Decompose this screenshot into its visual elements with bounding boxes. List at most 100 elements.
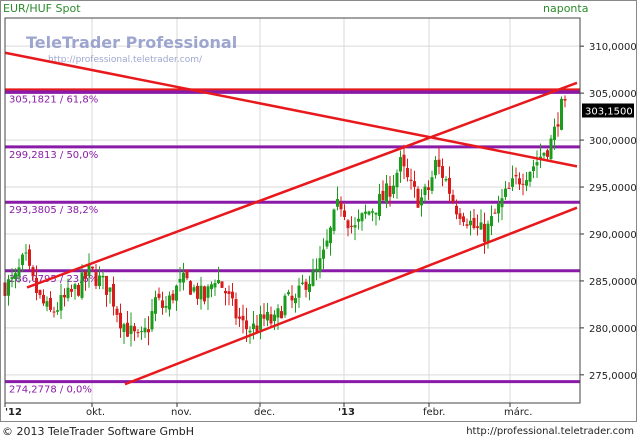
x-tick-label: okt. (86, 407, 105, 418)
candle-body (504, 188, 507, 197)
candle-body (315, 268, 318, 272)
candle-body (70, 288, 73, 292)
candle-body (112, 283, 115, 307)
candle-body (476, 226, 479, 228)
candle-body (514, 175, 518, 177)
candle-body (115, 308, 119, 315)
candle-body (206, 286, 210, 298)
candle-body (227, 291, 231, 294)
candle-body (203, 286, 206, 302)
candle-body (49, 297, 52, 310)
candle-body (406, 167, 409, 178)
candle-body (147, 329, 150, 333)
candle-body (308, 283, 311, 292)
candle-body (329, 227, 332, 244)
candle-body (133, 326, 136, 332)
candle-body (332, 209, 336, 231)
candle-body (178, 278, 182, 283)
candle-body (192, 287, 196, 292)
fib-label: 293,3805 / 38,2% (9, 205, 98, 216)
candle-body (388, 185, 392, 197)
candle-body (105, 275, 108, 295)
candle-body (259, 314, 262, 330)
candle-body (343, 210, 346, 217)
candle-body (252, 323, 255, 330)
candle-body (87, 265, 91, 276)
candle-body (262, 314, 266, 319)
candle-body (7, 279, 10, 296)
candle-body (150, 311, 154, 330)
candle-body (367, 211, 371, 215)
candle-body (98, 275, 101, 287)
candle-body (10, 277, 14, 279)
candle-body (563, 98, 567, 101)
candle-body (532, 166, 535, 172)
candle-body (80, 272, 84, 298)
candle-body (301, 282, 304, 284)
candle-body (108, 287, 112, 292)
candle-body (14, 273, 17, 280)
candle-body (185, 269, 189, 279)
candle-body (451, 194, 455, 203)
y-tick-label: 300,0000 (589, 136, 637, 147)
candle-body (210, 284, 213, 290)
candle-body (182, 272, 185, 283)
candle-body (528, 172, 532, 182)
candle-body (66, 287, 70, 299)
candle-body (455, 205, 458, 215)
candle-body (479, 222, 483, 230)
candle-body (220, 281, 224, 288)
candle-body (196, 285, 199, 299)
candle-body (378, 193, 381, 217)
candle-body (472, 217, 476, 229)
candle-body (294, 298, 297, 304)
x-tick-label: febr. (423, 407, 445, 418)
candle-body (553, 126, 556, 140)
footer-url[interactable]: http://professional.teletrader.com (466, 426, 634, 437)
candle-body (175, 285, 178, 301)
candle-body (336, 199, 339, 207)
candlestick-chart: TeleTrader Professional http://professio… (0, 0, 637, 440)
x-tick-label: nov. (171, 407, 192, 418)
candle-body (21, 254, 24, 266)
fib-label: 305,1821 / 61,8% (9, 94, 98, 105)
fib-label: 274,2778 / 0,0% (9, 385, 92, 396)
candle-body (129, 325, 133, 334)
candle-body (24, 252, 28, 254)
candle-body (269, 314, 273, 324)
x-tick-label: '13 (338, 407, 355, 418)
candle-body (238, 316, 241, 319)
candle-body (168, 295, 171, 310)
y-tick-label: 295,0000 (589, 183, 637, 194)
candle-body (73, 284, 77, 289)
candle-body (357, 218, 360, 222)
candle-body (409, 179, 413, 181)
candle-body (469, 220, 472, 226)
candle-body (266, 311, 269, 321)
chart-window: TeleTrader Professional http://professio… (0, 0, 637, 440)
candle-body (423, 186, 427, 196)
candle-body (189, 281, 192, 295)
candle-body (217, 280, 220, 284)
candle-body (248, 330, 252, 333)
candle-body (311, 270, 315, 286)
candle-body (290, 295, 294, 301)
candle-body (556, 124, 560, 127)
candle-body (392, 185, 395, 194)
candle-body (402, 154, 406, 167)
candle-body (59, 295, 63, 311)
candle-body (38, 290, 42, 295)
candle-body (31, 267, 35, 277)
candle-body (462, 216, 465, 223)
candle-body (430, 177, 434, 191)
candle-body (458, 213, 462, 219)
candle-body (245, 320, 248, 330)
candle-body (231, 291, 234, 299)
candle-body (441, 166, 444, 178)
candle-body (164, 305, 168, 308)
candle-body (399, 157, 402, 172)
candle-body (318, 258, 322, 272)
candle-body (143, 327, 147, 333)
candle-body (486, 223, 490, 242)
fib-label: 299,2813 / 50,0% (9, 150, 98, 161)
